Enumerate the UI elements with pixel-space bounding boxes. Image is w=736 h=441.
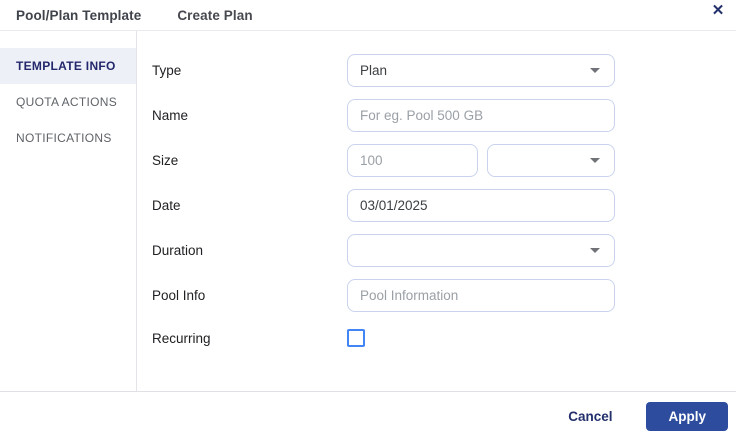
date-row: Date (152, 189, 736, 222)
dialog-footer: Cancel Apply (0, 391, 736, 441)
date-label: Date (152, 198, 181, 213)
type-row: Type Plan (152, 54, 736, 87)
close-icon[interactable]: ✕ (706, 0, 730, 23)
duration-select[interactable] (347, 234, 615, 267)
type-label: Type (152, 63, 182, 78)
name-label: Name (152, 108, 189, 123)
duration-label: Duration (152, 243, 204, 258)
chevron-down-icon (590, 158, 600, 163)
name-input[interactable] (347, 99, 615, 132)
dialog-subtitle: Create Plan (177, 7, 253, 23)
duration-row: Duration (152, 234, 736, 267)
pool-info-label: Pool Info (152, 288, 206, 303)
tab-notifications[interactable]: NOTIFICATIONS (0, 120, 136, 156)
tab-template-info[interactable]: TEMPLATE INFO (0, 48, 136, 84)
pool-info-input[interactable] (347, 279, 615, 312)
dialog-body: TEMPLATE INFO QUOTA ACTIONS NOTIFICATION… (0, 31, 736, 391)
sidebar: TEMPLATE INFO QUOTA ACTIONS NOTIFICATION… (0, 31, 137, 391)
recurring-row: Recurring (152, 329, 736, 347)
type-select-value: Plan (360, 63, 388, 78)
dialog-title: Pool/Plan Template (16, 7, 142, 23)
pool-info-row: Pool Info (152, 279, 736, 312)
recurring-checkbox[interactable] (347, 329, 365, 347)
size-row: Size (152, 144, 736, 177)
cancel-button[interactable]: Cancel (558, 401, 622, 432)
chevron-down-icon (590, 68, 600, 73)
size-unit-select[interactable] (487, 144, 615, 177)
recurring-label: Recurring (152, 330, 211, 346)
type-select[interactable]: Plan (347, 54, 615, 87)
chevron-down-icon (590, 248, 600, 253)
name-row: Name (152, 99, 736, 132)
size-input[interactable] (347, 144, 478, 177)
apply-button[interactable]: Apply (646, 402, 728, 431)
form-panel: Type Plan Name Size Date (137, 31, 736, 391)
tab-quota-actions[interactable]: QUOTA ACTIONS (0, 84, 136, 120)
dialog-header: Pool/Plan Template Create Plan ✕ (0, 0, 736, 31)
date-input[interactable] (347, 189, 615, 222)
size-label: Size (152, 153, 179, 168)
create-plan-dialog: Pool/Plan Template Create Plan ✕ TEMPLAT… (0, 0, 736, 441)
